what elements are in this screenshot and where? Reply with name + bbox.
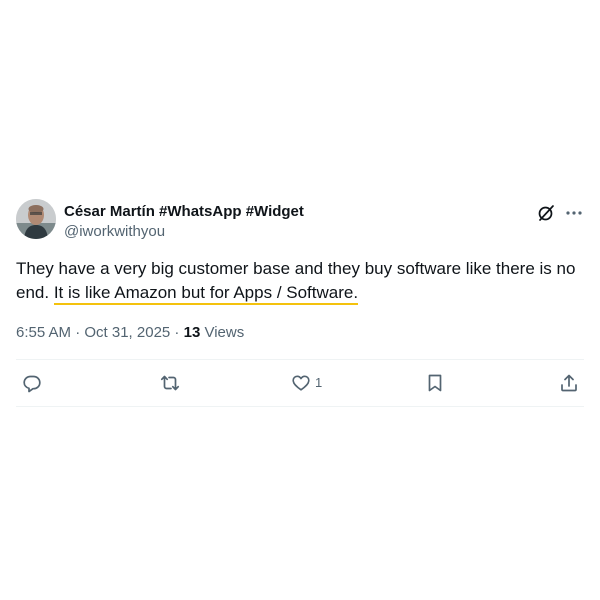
tweet-text-highlight: It is like Amazon but for Apps / Softwar…	[53, 283, 359, 305]
like-count: 1	[315, 375, 323, 390]
views-label: Views	[204, 324, 245, 341]
avatar[interactable]	[16, 199, 56, 239]
heart-icon	[292, 375, 310, 391]
bookmark-icon	[428, 374, 442, 392]
author-handle[interactable]: @iworkwithyou	[64, 222, 304, 242]
timestamp[interactable]: 6:55 AM · Oct 31, 2025	[16, 324, 170, 341]
tweet-meta: 6:55 AM · Oct 31, 2025 · 13 Views	[16, 323, 584, 343]
share-button[interactable]	[559, 373, 579, 393]
more-icon[interactable]	[564, 203, 584, 223]
views-count: 13	[183, 324, 201, 341]
bookmark-button[interactable]	[425, 373, 445, 393]
reply-button[interactable]	[22, 373, 42, 393]
action-bar: 1	[16, 360, 584, 406]
meta-separator: ·	[170, 324, 184, 341]
author-names: César Martín #WhatsApp #Widget @iworkwit…	[64, 202, 304, 242]
reply-icon	[23, 375, 41, 393]
retweet-icon	[160, 375, 180, 391]
avatar-photo	[16, 199, 56, 239]
header-actions	[536, 203, 584, 223]
tweet-header: César Martín #WhatsApp #Widget @iworkwit…	[16, 195, 584, 245]
tweet: César Martín #WhatsApp #Widget @iworkwit…	[16, 195, 584, 407]
divider-bottom	[16, 406, 584, 407]
grok-icon[interactable]	[536, 203, 556, 223]
retweet-button[interactable]	[160, 373, 180, 393]
share-icon	[561, 374, 577, 392]
like-button[interactable]: 1	[291, 373, 322, 393]
tweet-text: They have a very big customer base and t…	[16, 257, 576, 305]
author-display-name[interactable]: César Martín #WhatsApp #Widget	[64, 202, 304, 222]
